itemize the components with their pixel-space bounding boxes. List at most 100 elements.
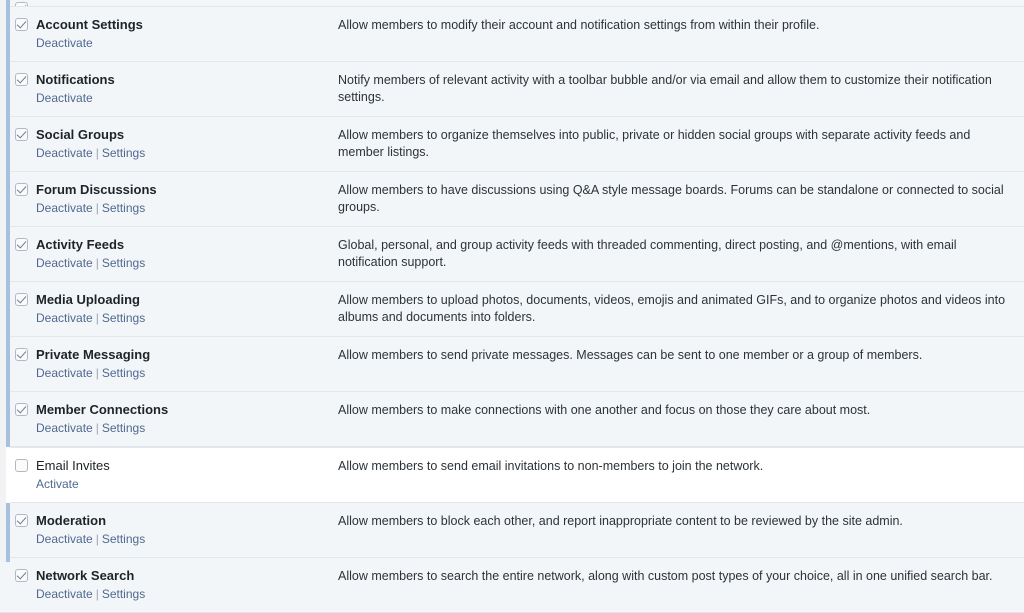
checkbox-checked-icon[interactable]	[15, 18, 28, 31]
component-title: Account Settings	[36, 17, 143, 32]
action-separator: |	[95, 256, 99, 270]
component-row-actions: Deactivate | Settings	[36, 531, 145, 547]
component-name-block: Forum Discussions Deactivate | Settings	[36, 181, 157, 216]
action-link-deactivate[interactable]: Deactivate	[36, 91, 93, 105]
checkbox-checked-icon[interactable]	[15, 183, 28, 196]
action-link-settings[interactable]: Settings	[102, 366, 145, 380]
component-row-actions: Deactivate | Settings	[36, 365, 150, 381]
component-name-cell: Social Groups Deactivate | Settings	[0, 126, 338, 161]
component-name-cell: Member Connections Deactivate | Settings	[0, 401, 338, 436]
action-link-settings[interactable]: Settings	[102, 201, 145, 215]
checkbox-checked-icon[interactable]	[15, 73, 28, 86]
component-row-actions: Deactivate | Settings	[36, 420, 168, 436]
component-name-cell: Private Messaging Deactivate | Settings	[0, 346, 338, 381]
action-separator: |	[95, 201, 99, 215]
component-row: Network Search Deactivate | Settings Allow m…	[0, 558, 1024, 613]
component-description: Allow members to have discussions using …	[338, 183, 1004, 214]
checkbox-checked-icon[interactable]	[15, 403, 28, 416]
action-link-deactivate[interactable]: Deactivate	[36, 256, 93, 270]
checkbox-checked-icon[interactable]	[15, 238, 28, 251]
component-description: Allow members to modify their account an…	[338, 18, 820, 32]
component-name-block: Private Messaging Deactivate | Settings	[36, 346, 150, 381]
component-description: Global, personal, and group activity fee…	[338, 238, 957, 269]
action-link-deactivate[interactable]: Deactivate	[36, 366, 93, 380]
checkbox-unchecked-icon[interactable]	[15, 459, 28, 472]
action-link-settings[interactable]: Settings	[102, 587, 145, 601]
component-row: Account Settings Deactivate Allow members …	[0, 7, 1024, 62]
component-name-cell: Email Invites Activate	[0, 457, 338, 492]
action-link-settings[interactable]: Settings	[102, 311, 145, 325]
action-link-deactivate[interactable]: Deactivate	[36, 311, 93, 325]
component-title: Activity Feeds	[36, 237, 125, 252]
component-row-actions: Deactivate	[36, 35, 143, 51]
component-name-block: Media Uploading Deactivate | Settings	[36, 291, 145, 326]
action-link-deactivate[interactable]: Deactivate	[36, 36, 93, 50]
component-row: Moderation Deactivate | Settings Allow membe…	[0, 503, 1024, 558]
component-row: Email Invites Activate Allow members to se…	[0, 447, 1024, 503]
action-link-deactivate[interactable]: Deactivate	[36, 421, 93, 435]
component-row-actions: Deactivate | Settings	[36, 586, 145, 602]
action-link-settings[interactable]: Settings	[102, 532, 145, 546]
component-title: Media Uploading	[36, 292, 140, 307]
component-title: Network Search	[36, 568, 135, 583]
component-description	[338, 0, 1024, 1]
component-name-cell: Activity Feeds Deactivate | Settings	[0, 236, 338, 271]
component-row: Notifications Deactivate Notify members of…	[0, 62, 1024, 117]
component-name-block: Network Search Deactivate | Settings	[36, 567, 145, 602]
component-description: Allow members to search the entire netwo…	[338, 569, 993, 583]
component-name-block: Email Invites Activate	[36, 457, 110, 492]
action-separator: |	[95, 421, 99, 435]
component-name-cell: Network Search Deactivate | Settings	[0, 567, 338, 602]
component-name-cell: Forum Discussions Deactivate | Settings	[0, 181, 338, 216]
component-row: Forum Discussions Deactivate | Settings Allo…	[0, 172, 1024, 227]
action-link-settings[interactable]: Settings	[102, 146, 145, 160]
component-row	[0, 0, 1024, 7]
component-row-actions: Deactivate	[36, 90, 115, 106]
component-name-block: Member Connections Deactivate | Settings	[36, 401, 168, 436]
action-separator: |	[95, 311, 99, 325]
component-description: Allow members to make connections with o…	[338, 403, 871, 417]
component-row: Social Groups Deactivate | Settings Allow me…	[0, 117, 1024, 172]
action-link-deactivate[interactable]: Deactivate	[36, 201, 93, 215]
component-name-cell	[0, 0, 338, 6]
components-settings-panel: Account Settings Deactivate Allow members …	[0, 0, 1024, 613]
checkbox-checked-icon[interactable]	[15, 514, 28, 527]
checkbox-checked-icon[interactable]	[15, 348, 28, 361]
component-name-block: Activity Feeds Deactivate | Settings	[36, 236, 145, 271]
checkbox-checked-icon[interactable]	[15, 293, 28, 306]
action-separator: |	[95, 366, 99, 380]
checkbox-checked-icon[interactable]	[15, 128, 28, 141]
component-row: Media Uploading Deactivate | Settings Allow …	[0, 282, 1024, 337]
action-link-settings[interactable]: Settings	[102, 256, 145, 270]
component-description: Allow members to organize themselves int…	[338, 128, 971, 159]
component-title: Email Invites	[36, 458, 110, 473]
action-link-deactivate[interactable]: Deactivate	[36, 532, 93, 546]
action-link-deactivate[interactable]: Deactivate	[36, 146, 93, 160]
component-description: Notify members of relevant activity with…	[338, 73, 992, 104]
component-row-actions: Deactivate | Settings	[36, 255, 145, 271]
action-separator: |	[95, 587, 99, 601]
action-link-activate[interactable]: Activate	[36, 477, 79, 491]
component-name-cell: Notifications Deactivate	[0, 71, 338, 106]
component-title: Member Connections	[36, 402, 169, 417]
component-description: Allow members to send email invitations …	[338, 459, 764, 473]
component-row-actions: Deactivate | Settings	[36, 200, 157, 216]
action-link-settings[interactable]: Settings	[102, 421, 145, 435]
component-description: Allow members to block each other, and r…	[338, 514, 903, 528]
component-title: Moderation	[36, 513, 107, 528]
component-title: Social Groups	[36, 127, 125, 142]
action-separator: |	[95, 146, 99, 160]
component-name-cell: Account Settings Deactivate	[0, 16, 338, 51]
component-name-block: Moderation Deactivate | Settings	[36, 512, 145, 547]
component-name-cell: Media Uploading Deactivate | Settings	[0, 291, 338, 326]
components-list: Account Settings Deactivate Allow members …	[0, 0, 1024, 613]
component-name-cell: Moderation Deactivate | Settings	[0, 512, 338, 547]
component-title: Notifications	[36, 72, 115, 87]
checkbox-checked-icon[interactable]	[15, 569, 28, 582]
component-row-actions: Deactivate | Settings	[36, 145, 145, 161]
component-row: Member Connections Deactivate | Settings All…	[0, 392, 1024, 447]
component-name-block: Notifications Deactivate	[36, 71, 115, 106]
component-name-block: Account Settings Deactivate	[36, 16, 143, 51]
action-link-deactivate[interactable]: Deactivate	[36, 587, 93, 601]
component-row-actions: Activate	[36, 476, 110, 492]
